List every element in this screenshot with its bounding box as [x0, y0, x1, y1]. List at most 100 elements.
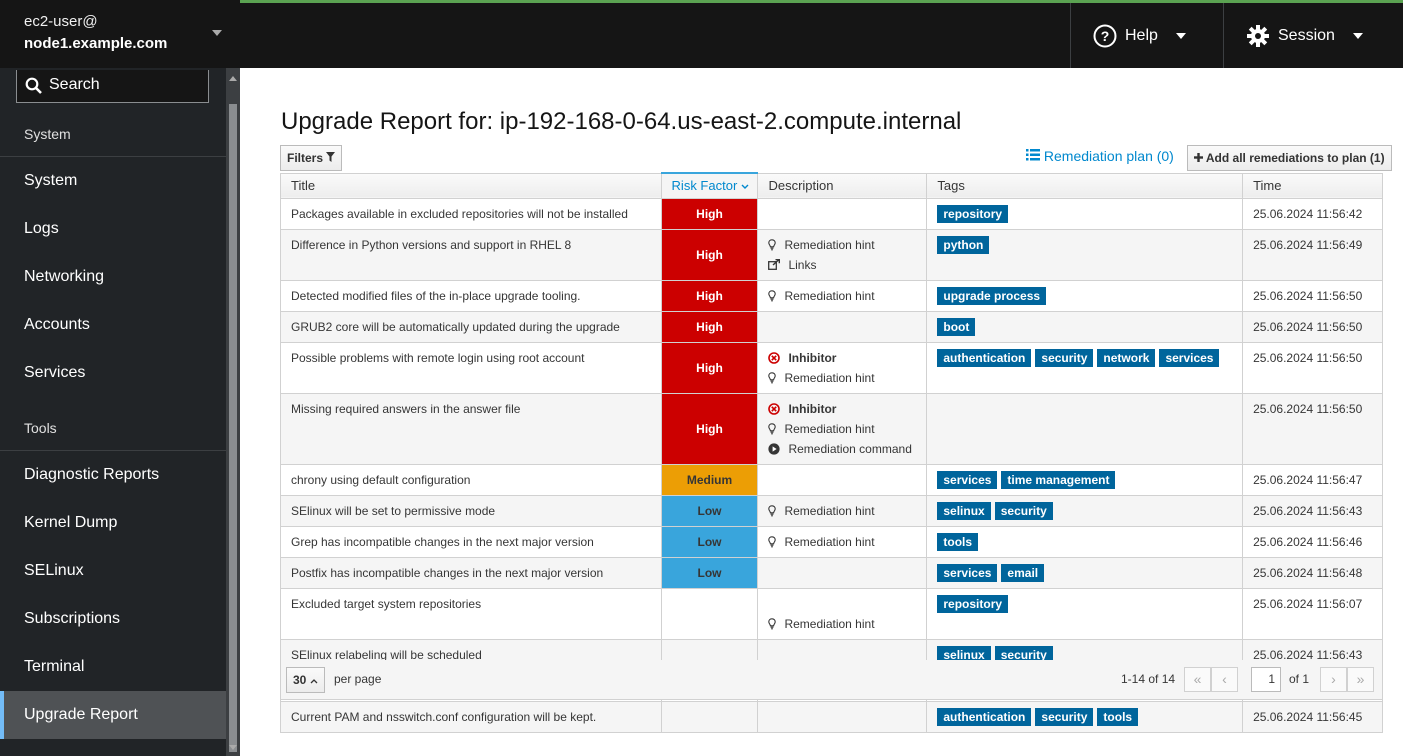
remediation-plan-link[interactable]: Remediation plan (0)	[1026, 148, 1174, 164]
table-row[interactable]: Packages available in excluded repositor…	[280, 197, 1383, 230]
row-description	[757, 463, 928, 496]
row-description: Remediation hint Links	[757, 228, 928, 281]
description-link[interactable]: Remediation hint	[768, 368, 916, 388]
row-title[interactable]: Excluded target system repositories	[280, 587, 662, 640]
description-link[interactable]: Remediation hint	[768, 614, 916, 634]
sidebar-item-subscriptions[interactable]: Subscriptions	[0, 595, 226, 643]
scrollbar-thumb[interactable]	[229, 104, 237, 752]
description-link[interactable]: Remediation command	[768, 439, 916, 459]
column-header-time[interactable]: Time	[1242, 172, 1383, 199]
table-row[interactable]: GRUB2 core will be automatically updated…	[280, 310, 1383, 343]
row-title[interactable]: Difference in Python versions and suppor…	[280, 228, 662, 281]
column-header-tags[interactable]: Tags	[926, 172, 1244, 199]
sidebar-item-accounts[interactable]: Accounts	[0, 301, 226, 349]
row-title[interactable]: Current PAM and nsswitch.conf configurat…	[280, 700, 662, 733]
table-row[interactable]: Grep has incompatible changes in the nex…	[280, 525, 1383, 558]
search-input[interactable]: Search	[16, 70, 209, 103]
row-title[interactable]: chrony using default configuration	[280, 463, 662, 496]
search-icon	[25, 77, 42, 94]
sidebar-item-services[interactable]: Services	[0, 349, 226, 397]
sort-desc-icon	[741, 184, 749, 190]
pagination-range: 1-14 of 14	[1121, 672, 1176, 686]
sidebar-item-diagnostic-reports[interactable]: Diagnostic Reports	[0, 451, 226, 499]
sidebar-item-kernel-dump[interactable]: Kernel Dump	[0, 499, 226, 547]
table-row[interactable]: Postfix has incompatible changes in the …	[280, 556, 1383, 589]
scroll-up-icon[interactable]	[229, 76, 237, 81]
table-row[interactable]: Difference in Python versions and suppor…	[280, 228, 1383, 281]
risk-factor-badge: Low	[660, 556, 759, 589]
nav-section-tools: Tools	[24, 420, 57, 436]
description-link[interactable]: Remediation hint	[768, 235, 916, 255]
risk-factor-badge: High	[660, 392, 759, 465]
double-chevron-right-icon: »	[1356, 671, 1365, 687]
host-switcher[interactable]: ec2-user@ node1.example.com	[0, 0, 240, 68]
column-header-title[interactable]: Title	[280, 172, 662, 199]
table-row[interactable]: Missing required answers in the answer f…	[280, 392, 1383, 465]
add-all-remediations-button[interactable]: Add all remediations to plan (1)	[1187, 145, 1392, 171]
row-tags	[926, 392, 1244, 465]
lightbulb-icon	[768, 371, 780, 384]
sidebar-item-upgrade-report[interactable]: Upgrade Report	[0, 691, 226, 739]
tag-badge: python	[937, 235, 990, 254]
risk-factor-badge: High	[660, 279, 759, 312]
first-page-button[interactable]: «	[1184, 667, 1211, 692]
risk-factor-badge: Low	[660, 525, 759, 558]
row-tags: authentication security network services	[926, 341, 1244, 394]
sidebar-item-selinux[interactable]: SELinux	[0, 547, 226, 595]
previous-page-button[interactable]: ‹	[1211, 667, 1238, 692]
description-link[interactable]: Remediation hint	[768, 419, 916, 439]
row-description: Inhibitor Remediation hint	[757, 341, 928, 394]
sidebar-scrollbar[interactable]	[226, 68, 240, 756]
per-page-dropdown[interactable]: 30	[286, 667, 325, 693]
filters-button[interactable]: Filters	[280, 145, 343, 171]
remediation-plan-label: Remediation plan (0)	[1043, 148, 1174, 164]
row-title[interactable]: Packages available in excluded repositor…	[280, 197, 662, 230]
description-text: Remediation hint	[784, 534, 875, 549]
tag-badge: boot	[937, 317, 976, 336]
row-title[interactable]: GRUB2 core will be automatically updated…	[280, 310, 662, 343]
last-page-button[interactable]: »	[1347, 667, 1374, 692]
row-title[interactable]: Possible problems with remote login usin…	[280, 341, 662, 394]
row-title[interactable]: Postfix has incompatible changes in the …	[280, 556, 662, 589]
column-header-risk-factor[interactable]: Risk Factor	[660, 172, 759, 199]
next-page-button[interactable]: ›	[1320, 667, 1347, 692]
row-title[interactable]: Detected modified files of the in-place …	[280, 279, 662, 312]
inhibitor-label: Inhibitor	[768, 399, 916, 419]
description-text: Remediation hint	[784, 370, 875, 385]
tag-badge: repository	[937, 204, 1009, 223]
table-row[interactable]: SElinux will be set to permissive mode Lo…	[280, 494, 1383, 527]
sidebar-item-networking[interactable]: Networking	[0, 253, 226, 301]
description-text: Remediation hint	[784, 288, 875, 303]
column-header-description[interactable]: Description	[757, 172, 928, 199]
sidebar-item-terminal[interactable]: Terminal	[0, 643, 226, 691]
row-title[interactable]: Missing required answers in the answer f…	[280, 392, 662, 465]
row-title[interactable]: Grep has incompatible changes in the nex…	[280, 525, 662, 558]
table-row[interactable]: Excluded target system repositories Remed…	[280, 587, 1383, 640]
risk-factor-badge: High	[660, 341, 759, 394]
table-row[interactable]: chrony using default configuration Medium…	[280, 463, 1383, 496]
sidebar-item-logs[interactable]: Logs	[0, 205, 226, 253]
description-link[interactable]: Remediation hint	[768, 286, 916, 306]
help-button[interactable]: ? Help	[1070, 3, 1224, 68]
page-number-input[interactable]: 1	[1251, 667, 1281, 692]
description-link[interactable]: Remediation hint	[768, 501, 916, 521]
external-link-icon	[768, 259, 784, 270]
chevron-right-icon: ›	[1331, 671, 1336, 687]
scroll-down-icon[interactable]	[229, 745, 237, 750]
session-button[interactable]: Session	[1223, 3, 1403, 68]
row-title[interactable]: SElinux will be set to permissive mode	[280, 494, 662, 527]
row-tags: boot	[926, 310, 1244, 343]
table-row[interactable]: Possible problems with remote login usin…	[280, 341, 1383, 394]
description-link[interactable]: Links	[768, 255, 916, 275]
table-row[interactable]: Current PAM and nsswitch.conf configurat…	[280, 700, 1383, 733]
table-header-row: Title Risk Factor Description Tags Time	[280, 172, 1383, 199]
description-link[interactable]: Remediation hint	[768, 532, 916, 552]
table-row[interactable]: Detected modified files of the in-place …	[280, 279, 1383, 312]
row-tags: python	[926, 228, 1244, 281]
svg-text:?: ?	[1101, 28, 1110, 44]
row-description: Remediation hint	[757, 494, 928, 527]
chevron-up-icon	[310, 679, 318, 684]
tag-badge: tools	[937, 532, 979, 551]
sidebar-item-system[interactable]: System	[0, 157, 226, 205]
